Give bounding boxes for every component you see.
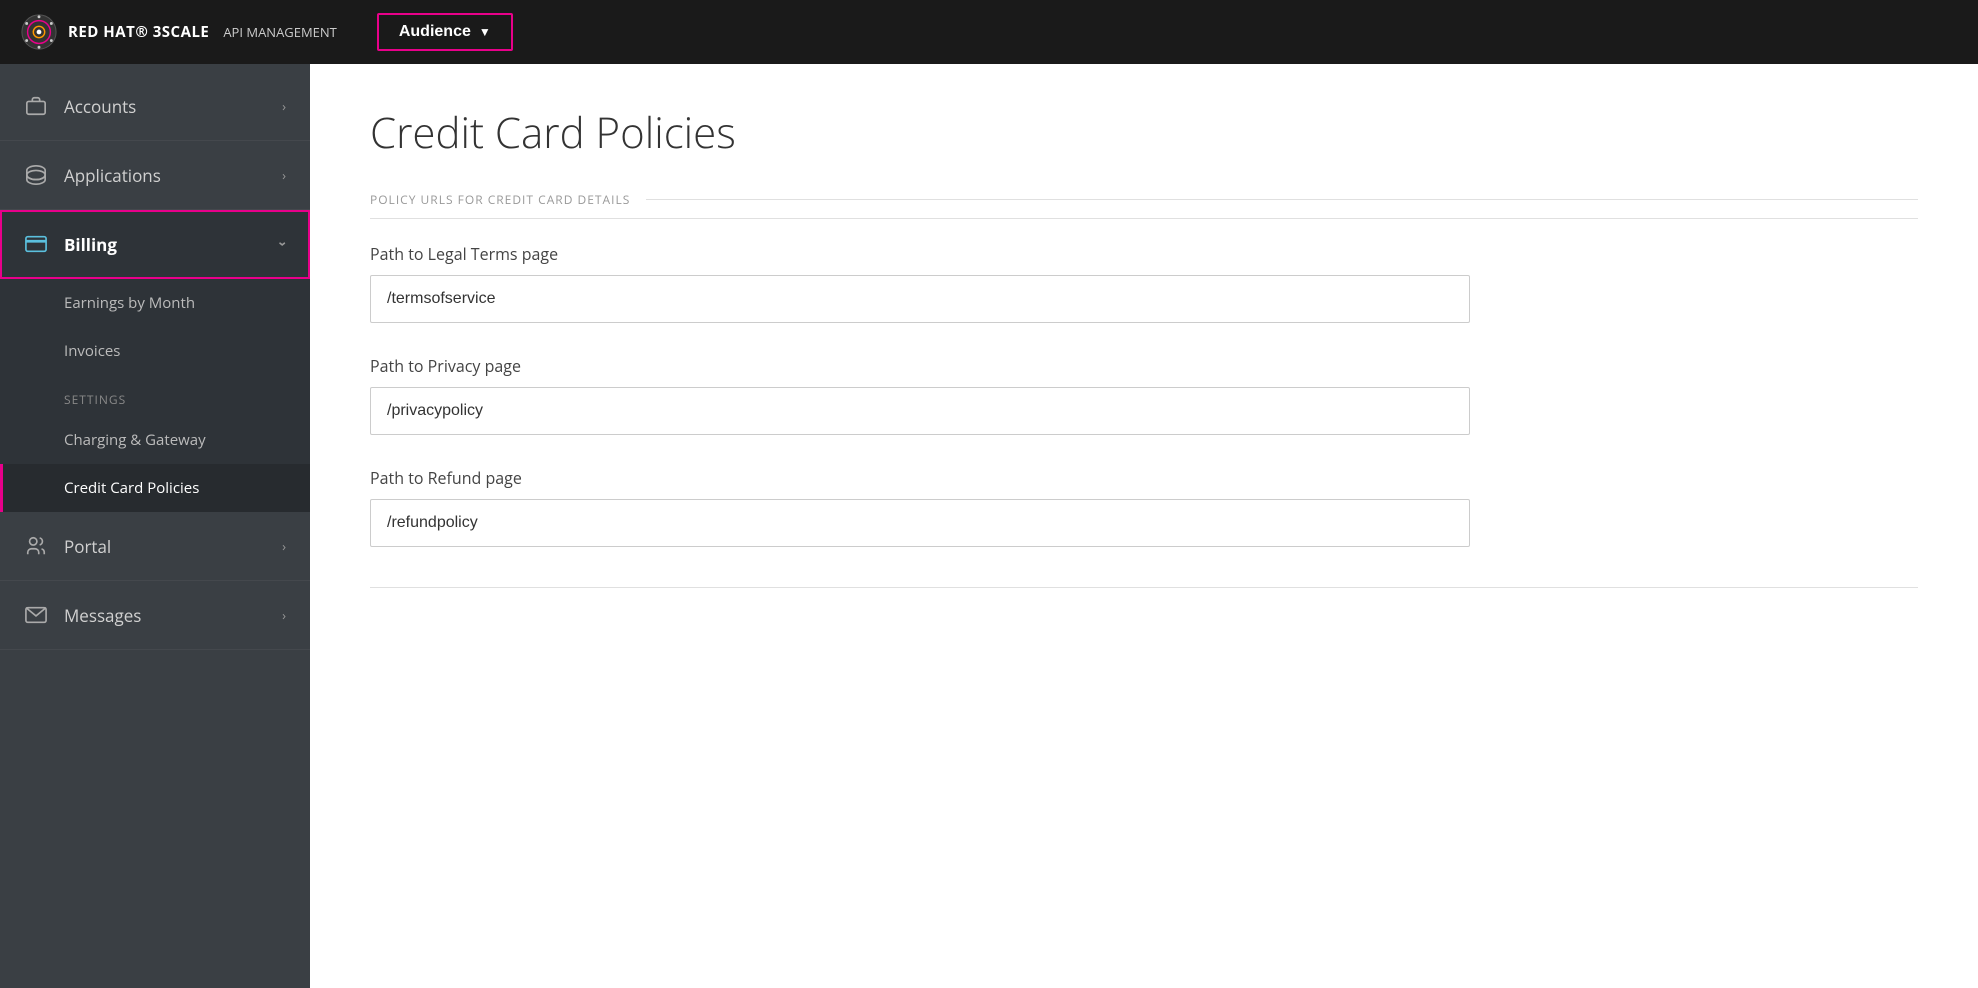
- privacy-input[interactable]: [370, 387, 1470, 435]
- chevron-right-icon: ›: [282, 537, 286, 555]
- sidebar: Accounts › Applications ›: [0, 64, 310, 988]
- brand-logo: [20, 13, 58, 51]
- brand-name: RED HAT® 3SCALE: [68, 22, 209, 42]
- section-label: POLICY URLS FOR CREDIT CARD DETAILS: [370, 191, 1918, 219]
- sidebar-item-earnings[interactable]: Earnings by Month: [0, 279, 310, 327]
- brand-sub: API MANAGEMENT: [223, 23, 337, 41]
- sidebar-item-charging-gateway[interactable]: Charging & Gateway: [0, 416, 310, 464]
- chevron-down-icon: ▼: [479, 25, 491, 39]
- audience-button[interactable]: Audience ▼: [377, 13, 513, 51]
- billing-submenu: Earnings by Month Invoices Settings Char…: [0, 279, 310, 512]
- sidebar-item-messages[interactable]: Messages ›: [0, 581, 310, 650]
- sidebar-item-applications[interactable]: Applications ›: [0, 141, 310, 210]
- privacy-label: Path to Privacy page: [370, 355, 1918, 377]
- refund-input[interactable]: [370, 499, 1470, 547]
- main-layout: Accounts › Applications ›: [0, 64, 1978, 988]
- legal-terms-group: Path to Legal Terms page: [370, 243, 1918, 323]
- sidebar-label-applications: Applications: [64, 164, 161, 187]
- sidebar-item-credit-card-policies[interactable]: Credit Card Policies: [0, 464, 310, 512]
- refund-label: Path to Refund page: [370, 467, 1918, 489]
- sidebar-item-invoices[interactable]: Invoices: [0, 327, 310, 375]
- sidebar-item-portal[interactable]: Portal ›: [0, 512, 310, 581]
- sidebar-label-messages: Messages: [64, 604, 141, 627]
- legal-terms-input[interactable]: [370, 275, 1470, 323]
- brand: RED HAT® 3SCALE API MANAGEMENT: [20, 13, 337, 51]
- legal-terms-label: Path to Legal Terms page: [370, 243, 1918, 265]
- envelope-icon: [24, 603, 48, 627]
- sidebar-label-portal: Portal: [64, 535, 111, 558]
- sidebar-item-accounts[interactable]: Accounts ›: [0, 72, 310, 141]
- sidebar-label-accounts: Accounts: [64, 95, 136, 118]
- content-divider: [370, 587, 1918, 588]
- chevron-right-icon: ›: [282, 606, 286, 624]
- portal-icon: [24, 534, 48, 558]
- chevron-right-icon: ›: [282, 166, 286, 184]
- privacy-group: Path to Privacy page: [370, 355, 1918, 435]
- chevron-down-icon: ›: [275, 242, 293, 247]
- refund-group: Path to Refund page: [370, 467, 1918, 547]
- credit-card-icon: [24, 232, 48, 256]
- page-title: Credit Card Policies: [370, 104, 1918, 161]
- apps-icon: [24, 163, 48, 187]
- sidebar-item-billing[interactable]: Billing ›: [0, 210, 310, 279]
- settings-section-label: Settings: [0, 375, 310, 416]
- briefcase-icon: [24, 94, 48, 118]
- main-content: Credit Card Policies POLICY URLS FOR CRE…: [310, 64, 1978, 988]
- sidebar-label-billing: Billing: [64, 233, 117, 256]
- top-nav: RED HAT® 3SCALE API MANAGEMENT Audience …: [0, 0, 1978, 64]
- chevron-right-icon: ›: [282, 97, 286, 115]
